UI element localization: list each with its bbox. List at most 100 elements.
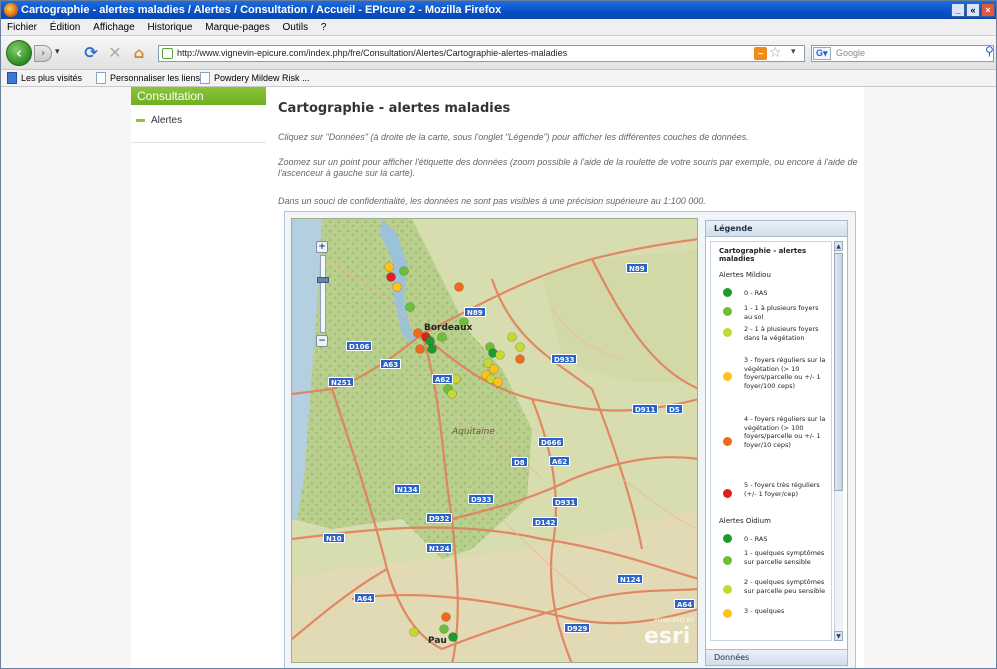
alert-point[interactable] bbox=[427, 344, 437, 354]
bookmark-personnaliser[interactable]: Personnaliser les liens bbox=[96, 70, 200, 87]
alert-point[interactable] bbox=[507, 332, 517, 342]
sidebar-item-label: Alertes bbox=[151, 115, 183, 126]
alert-point[interactable] bbox=[405, 302, 415, 312]
menu-bar: Fichier Édition Affichage Historique Mar… bbox=[1, 19, 996, 36]
alert-point[interactable] bbox=[392, 282, 402, 292]
alert-point[interactable] bbox=[448, 632, 458, 642]
scroll-up-icon[interactable]: ▲ bbox=[834, 241, 843, 251]
alert-point[interactable] bbox=[489, 364, 499, 374]
rss-feed-icon[interactable]: ∼ bbox=[754, 47, 767, 60]
road-label: N89 bbox=[626, 263, 648, 273]
intro-paragraph-2: Zoomez sur un point pour afficher l'étiq… bbox=[278, 157, 858, 178]
map-viewport[interactable]: + − N89 N89 D106 A63 N251 A62 D933 D911 … bbox=[291, 218, 698, 663]
alert-point[interactable] bbox=[425, 336, 435, 346]
legend-item-label: 1 - quelques symptômes sur parcelle sens… bbox=[744, 549, 825, 566]
alert-point[interactable] bbox=[515, 354, 525, 364]
legend-item-label: 5 - foyers très réguliers (+/- 1 foyer/c… bbox=[744, 481, 820, 498]
stop-icon[interactable]: ✕ bbox=[105, 44, 125, 62]
menu-fichier[interactable]: Fichier bbox=[1, 19, 42, 36]
bookmarks-toolbar: Les plus visités Personnaliser les liens… bbox=[1, 70, 996, 87]
page-title: Cartographie - alertes maladies bbox=[278, 101, 511, 116]
alert-point[interactable] bbox=[447, 389, 457, 399]
zoom-out-button[interactable]: − bbox=[316, 335, 328, 347]
alert-point[interactable] bbox=[413, 328, 423, 338]
bookmark-star-icon[interactable]: ☆ bbox=[769, 45, 782, 61]
menu-marque-pages[interactable]: Marque-pages bbox=[200, 19, 274, 36]
sidebar-header: Consultation bbox=[131, 87, 266, 105]
intro-paragraph-1: Cliquez sur "Données" (à droite de la ca… bbox=[278, 132, 749, 142]
forward-button[interactable]: › bbox=[34, 45, 52, 62]
menu-outils[interactable]: Outils bbox=[278, 19, 314, 36]
legend-tab[interactable]: Légende bbox=[706, 221, 847, 237]
legend-dot bbox=[723, 534, 732, 543]
road-label: N89 bbox=[464, 307, 486, 317]
zoom-in-button[interactable]: + bbox=[316, 241, 328, 253]
road-label: D142 bbox=[532, 517, 559, 527]
legend-section-mildiou: Alertes Mildiou bbox=[719, 271, 771, 279]
bookmark-powdery-mildew[interactable]: Powdery Mildew Risk ... bbox=[200, 70, 310, 87]
road-label: N10 bbox=[323, 533, 345, 543]
navigation-toolbar: ‹ › ▾ ⟳ ✕ ⌂ http://www.vignevin-epicure.… bbox=[1, 36, 996, 70]
legend-item-label: 4 - foyers réguliers sur la végétation (… bbox=[744, 415, 826, 449]
legend-dot bbox=[723, 556, 732, 565]
url-field[interactable]: http://www.vignevin-epicure.com/index.ph… bbox=[158, 45, 805, 62]
city-label-bordeaux: Bordeaux bbox=[424, 323, 473, 333]
road-label: N124 bbox=[426, 543, 453, 553]
alert-point[interactable] bbox=[454, 282, 464, 292]
reload-icon[interactable]: ⟳ bbox=[81, 44, 101, 62]
alert-point[interactable] bbox=[495, 350, 505, 360]
alert-point[interactable] bbox=[437, 332, 447, 342]
alert-point[interactable] bbox=[399, 266, 409, 276]
road-label: A64 bbox=[674, 599, 696, 609]
legend-item-label: 0 - RAS bbox=[744, 289, 768, 297]
page-background-left bbox=[1, 87, 131, 668]
search-engine-icon[interactable]: G▾ bbox=[813, 47, 831, 60]
history-dropdown-icon[interactable]: ▾ bbox=[55, 47, 60, 57]
alert-point[interactable] bbox=[493, 377, 503, 387]
legend-title: Cartographie - alertes maladies bbox=[719, 247, 807, 263]
page-background-right bbox=[864, 87, 996, 668]
restore-button[interactable]: « bbox=[966, 3, 980, 17]
donnees-tab[interactable]: Données bbox=[706, 649, 847, 665]
sidebar-item-alertes[interactable]: Alertes bbox=[136, 115, 182, 126]
search-icon[interactable]: ⚲ bbox=[985, 44, 994, 58]
alert-point[interactable] bbox=[441, 612, 451, 622]
back-button[interactable]: ‹ bbox=[6, 40, 32, 66]
scroll-down-icon[interactable]: ▼ bbox=[834, 631, 843, 641]
alert-point[interactable] bbox=[409, 627, 419, 637]
road-label: N124 bbox=[617, 574, 644, 584]
search-engine-label: G bbox=[816, 48, 824, 58]
road-label: D911 bbox=[632, 404, 659, 414]
road-label: D931 bbox=[552, 497, 579, 507]
close-button[interactable]: × bbox=[981, 3, 995, 17]
search-input[interactable]: Google bbox=[811, 45, 994, 62]
title-bar: Cartographie - alertes maladies / Alerte… bbox=[1, 1, 996, 19]
road-label: D929 bbox=[564, 623, 591, 633]
road-label: D8 bbox=[511, 457, 528, 467]
road-label: D933 bbox=[468, 494, 495, 504]
legend-item-label: 1 - 1 à plusieurs foyers au sol bbox=[744, 304, 819, 321]
bookmark-most-visited[interactable]: Les plus visités bbox=[7, 70, 82, 87]
road-label: A62 bbox=[432, 374, 454, 384]
esri-logo: esri bbox=[644, 624, 691, 649]
minimize-button[interactable]: _ bbox=[951, 3, 965, 17]
menu-affichage[interactable]: Affichage bbox=[88, 19, 140, 36]
zoom-slider-track[interactable] bbox=[320, 255, 326, 333]
alert-point[interactable] bbox=[439, 624, 449, 634]
bookmark-label: Personnaliser les liens bbox=[110, 73, 201, 83]
menu-aide[interactable]: ? bbox=[316, 19, 332, 36]
alert-point[interactable] bbox=[386, 272, 396, 282]
alert-point[interactable] bbox=[415, 344, 425, 354]
alert-point[interactable] bbox=[515, 342, 525, 352]
alert-point[interactable] bbox=[384, 262, 394, 272]
map-frame: + − N89 N89 D106 A63 N251 A62 D933 D911 … bbox=[284, 211, 856, 668]
road-label: D5 bbox=[666, 404, 683, 414]
home-icon[interactable]: ⌂ bbox=[129, 44, 149, 62]
legend-item-label: 2 - 1 à plusieurs foyers dans la végétat… bbox=[744, 325, 819, 342]
legend-scrollbar-thumb[interactable] bbox=[834, 253, 843, 491]
zoom-slider-handle[interactable] bbox=[317, 277, 329, 283]
city-label-pau: Pau bbox=[428, 636, 447, 646]
menu-edition[interactable]: Édition bbox=[45, 19, 86, 36]
url-dropdown-icon[interactable]: ▾ bbox=[791, 47, 796, 57]
menu-historique[interactable]: Historique bbox=[142, 19, 197, 36]
